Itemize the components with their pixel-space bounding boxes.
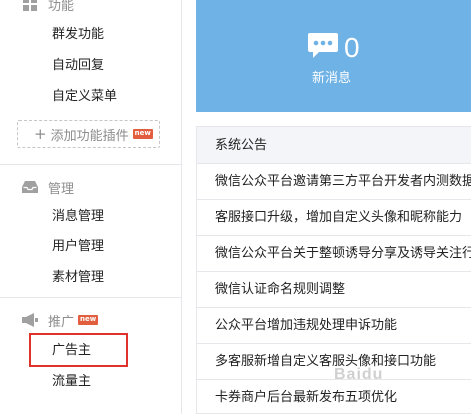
notice-item[interactable]: 公众平台增加违规处理申诉功能: [197, 308, 471, 344]
nav-item-auto-reply[interactable]: 自动回复: [52, 56, 104, 76]
advertiser-highlight-box: [29, 333, 128, 367]
function-section-title: 功能: [48, 0, 75, 14]
notice-item[interactable]: 微信公众平台关于整顿诱导分享及诱导关注行: [197, 236, 471, 272]
manage-section-header: 管理: [22, 177, 74, 197]
notice-item[interactable]: 客服接口升级，增加自定义头像和昵称能力: [197, 200, 471, 236]
sidebar: 功能 群发功能 自动回复 自定义菜单 + 添加功能插件 new 管理 消息管理 …: [0, 0, 182, 414]
notice-item[interactable]: 微信公众平台邀请第三方平台开发者内测数据: [197, 164, 471, 200]
watermark: Baidu: [334, 366, 384, 383]
main-content: 0 新消息 系统公告 微信公众平台邀请第三方平台开发者内测数据 客服接口升级，增加…: [196, 0, 471, 414]
new-messages-count: 0: [308, 32, 360, 64]
grid-icon: [22, 0, 38, 12]
section-divider: [0, 297, 182, 298]
new-badge: new: [132, 129, 153, 139]
add-plugin-label: 添加功能插件: [50, 128, 129, 144]
nav-item-custom-menu[interactable]: 自定义菜单: [52, 87, 117, 107]
megaphone-icon: [22, 312, 38, 328]
notice-item[interactable]: 卡券商户后台最新发布五项优化: [197, 380, 471, 413]
new-messages-stat[interactable]: 0 新消息: [196, 0, 471, 112]
notice-item[interactable]: 微信认证命名规则调整: [197, 272, 471, 308]
new-messages-label: 新消息: [312, 71, 352, 86]
plus-icon: +: [34, 125, 47, 143]
new-badge: new: [78, 315, 99, 325]
nav-item-traffic-owner[interactable]: 流量主: [52, 372, 91, 392]
inbox-icon: [22, 179, 38, 195]
nav-item-message-manage[interactable]: 消息管理: [52, 207, 104, 227]
nav-item-user-manage[interactable]: 用户管理: [52, 237, 104, 257]
add-plugin-button[interactable]: + 添加功能插件 new: [17, 120, 160, 148]
section-divider: [0, 164, 182, 165]
system-notice-title: 系统公告: [197, 127, 471, 164]
new-messages-number: 0: [344, 32, 360, 63]
chat-bubble-icon: [308, 33, 338, 63]
promote-section-header: 推广 new: [22, 310, 99, 330]
manage-section-title: 管理: [48, 181, 75, 197]
promote-section-title: 推广: [48, 314, 75, 330]
nav-item-mass-send[interactable]: 群发功能: [52, 25, 104, 45]
function-section-header: 功能: [22, 0, 74, 14]
nav-item-material-manage[interactable]: 素材管理: [52, 268, 104, 288]
